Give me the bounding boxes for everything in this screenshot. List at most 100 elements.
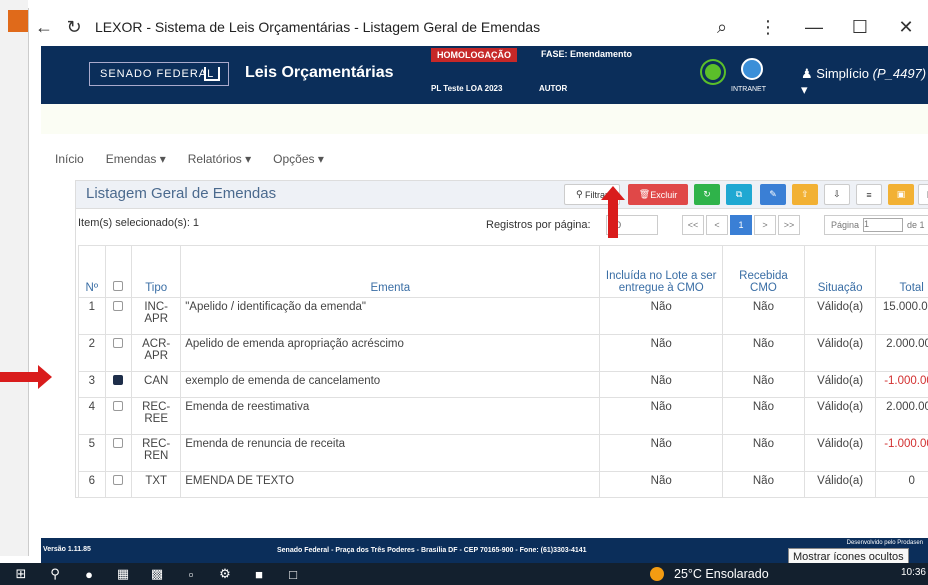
main-nav: Início Emendas ▾ Relatórios ▾ Opções ▾	[55, 152, 324, 166]
row-recebida: Não	[722, 397, 805, 435]
pager-current[interactable]: 1	[730, 215, 752, 235]
row-ementa: EMENDA DE TEXTO	[180, 471, 601, 498]
row-checkbox[interactable]	[113, 401, 124, 411]
row-situacao: Válido(a)	[803, 297, 877, 335]
app-title[interactable]: Leis Orçamentárias	[245, 64, 394, 82]
nav-emendas[interactable]: Emendas ▾	[106, 152, 166, 166]
row-lote: Não	[599, 471, 724, 498]
page-input[interactable]: 1	[863, 218, 904, 232]
table-row[interactable]: 2 ACR-APR Apelido de emenda apropriação ac…	[78, 334, 928, 372]
pl-label: PL Teste LOA 2023	[431, 84, 503, 93]
export-button[interactable]: ▣	[888, 184, 914, 205]
col-ementa[interactable]: Ementa	[180, 245, 601, 298]
maximize-icon[interactable]: ☐	[837, 12, 883, 42]
zoom-icon[interactable]: ⌕	[699, 12, 745, 42]
app-icon[interactable]: ▫	[178, 563, 204, 585]
listing-panel: Listagem Geral de Emendas ⚲ Filtrar 🗑 Exc…	[75, 180, 928, 498]
edge-icon[interactable]: ●	[76, 563, 102, 585]
search-icon[interactable]: ⚲	[42, 563, 68, 585]
pager-next[interactable]: >	[754, 215, 776, 235]
browser-window: ← ↻ LEXOR - Sistema de Leis Orçamentária…	[28, 8, 928, 564]
row-lote: Não	[599, 371, 724, 398]
pager-last[interactable]: >>	[778, 215, 800, 235]
row-ementa: Apelido de emenda apropriação acréscimo	[180, 334, 601, 372]
pager-first[interactable]: <<	[682, 215, 704, 235]
row-checkbox-cell[interactable]	[104, 471, 133, 498]
row-tipo: CAN	[131, 371, 182, 398]
edit-icon: ✎	[769, 189, 777, 199]
col-select[interactable]	[104, 245, 133, 298]
user-menu[interactable]: ♟ Simplício (P_4497) ▾	[801, 66, 928, 98]
row-checkbox[interactable]	[113, 475, 124, 485]
row-checkbox-cell[interactable]	[104, 371, 133, 398]
row-total: -1.000.000	[875, 434, 928, 472]
nav-opcoes[interactable]: Opções ▾	[273, 152, 324, 166]
window-title: LEXOR - Sistema de Leis Orçamentárias - …	[95, 19, 541, 35]
row-checkbox[interactable]	[113, 338, 124, 348]
col-total[interactable]: Total	[875, 245, 928, 298]
edit-button[interactable]: ✎	[760, 184, 786, 205]
powerpoint-icon[interactable]: ■	[246, 563, 272, 585]
row-checkbox[interactable]	[113, 438, 124, 448]
pager-prev[interactable]: <	[706, 215, 728, 235]
senado-logo[interactable]: SENADO FEDERAL	[89, 62, 229, 86]
delete-button[interactable]: 🗑 Excluir	[628, 184, 688, 205]
menu-icon[interactable]: ⋮	[745, 12, 791, 42]
table-row[interactable]: 4 REC-REE Emenda de reestimativa Não Não Váli…	[78, 397, 928, 435]
row-checkbox-cell[interactable]	[104, 397, 133, 435]
store-icon[interactable]: ▩	[144, 563, 170, 585]
row-total: 0	[875, 471, 928, 498]
row-number: 6	[78, 471, 106, 498]
refresh-button[interactable]: ↻	[694, 184, 720, 205]
sun-icon	[650, 567, 664, 581]
select-all-checkbox[interactable]	[113, 281, 124, 291]
table-row[interactable]: 3 CAN exemplo de emenda de cancelamento Não…	[78, 371, 928, 398]
intranet-icon[interactable]	[741, 58, 763, 80]
row-checkbox-cell[interactable]	[104, 297, 133, 335]
reload-icon[interactable]: ↻	[59, 12, 89, 42]
col-tipo[interactable]: Tipo	[131, 245, 182, 298]
gear-icon[interactable]	[705, 64, 721, 80]
copy-button[interactable]: ⧉	[726, 184, 752, 205]
upload-button[interactable]: ⇧	[792, 184, 818, 205]
close-icon[interactable]: ✕	[883, 12, 928, 42]
nav-relatorios[interactable]: Relatórios ▾	[188, 152, 251, 166]
col-numero[interactable]: Nº	[78, 245, 106, 298]
clock[interactable]: 10:36	[901, 567, 926, 578]
row-checkbox-cell[interactable]	[104, 434, 133, 472]
row-situacao: Válido(a)	[803, 471, 877, 498]
col-lote[interactable]: Incluída no Lote a ser entregue à CMO	[599, 245, 724, 298]
list-button[interactable]: ≡	[856, 184, 882, 205]
word-icon[interactable]: □	[280, 563, 306, 585]
annotation-arrow-right	[0, 365, 52, 389]
row-number: 1	[78, 297, 106, 335]
search-icon: ⚲	[575, 189, 586, 199]
nav-inicio[interactable]: Início	[55, 152, 84, 166]
row-checkbox[interactable]	[113, 301, 124, 311]
row-total: -1.000.000	[875, 371, 928, 398]
records-per-page-label: Registros por página:	[486, 219, 591, 231]
document-button[interactable]: ▤	[918, 184, 928, 205]
autor-label: AUTOR	[539, 84, 568, 93]
background-window-strip	[0, 0, 28, 556]
table-row[interactable]: 5 REC-REN Emenda de renuncia de receita Não…	[78, 434, 928, 472]
file-explorer-icon[interactable]: ▦	[110, 563, 136, 585]
back-icon[interactable]: ←	[29, 12, 59, 42]
settings-icon[interactable]: ⚙	[212, 563, 238, 585]
row-number: 3	[78, 371, 106, 398]
col-situacao[interactable]: Situação	[803, 245, 877, 298]
weather-widget[interactable]: 25°C Ensolarado	[650, 563, 769, 585]
row-ementa: Emenda de renuncia de receita	[180, 434, 601, 472]
row-checkbox[interactable]	[113, 375, 124, 385]
table-row[interactable]: 6 TXT EMENDA DE TEXTO Não Não Válido(a) 0	[78, 471, 928, 498]
row-recebida: Não	[722, 371, 805, 398]
minimize-icon[interactable]: —	[791, 12, 837, 42]
table-row[interactable]: 1 INC-APR "Apelido / identificação da emen…	[78, 297, 928, 335]
user-id: (P_4497)	[872, 66, 927, 81]
windows-start-icon[interactable]: ⊞	[8, 563, 34, 585]
col-recebida[interactable]: Recebida CMO	[722, 245, 805, 298]
app-header: SENADO FEDERAL Leis Orçamentárias HOMOLO…	[41, 46, 928, 104]
page-indicator: Página 1 de 1	[824, 215, 928, 235]
download-button[interactable]: ⇩	[824, 184, 850, 205]
row-checkbox-cell[interactable]	[104, 334, 133, 372]
